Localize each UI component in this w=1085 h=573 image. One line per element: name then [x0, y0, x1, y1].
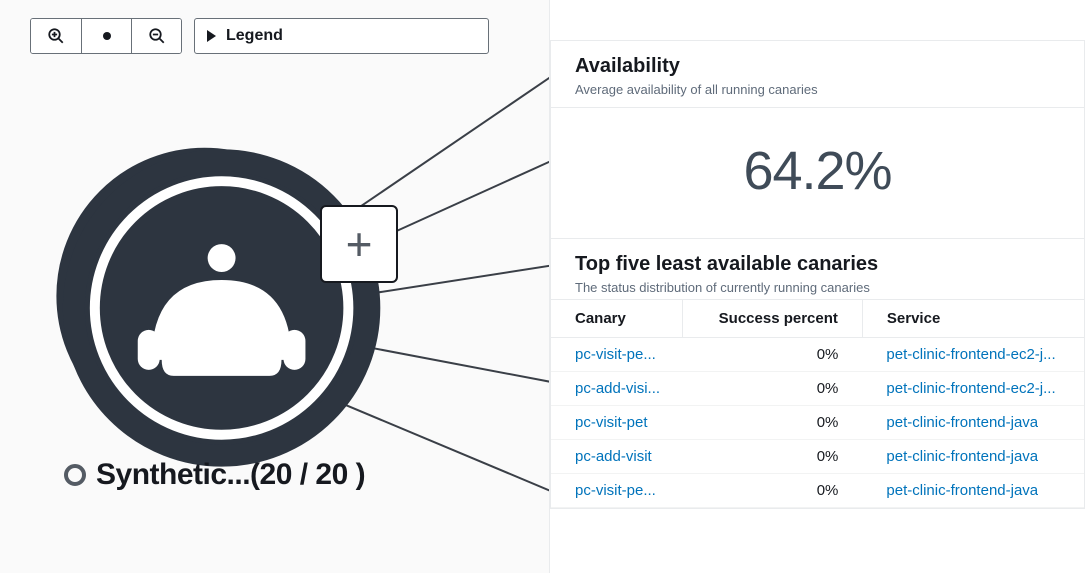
plus-icon: +: [346, 217, 373, 271]
availability-value: 64.2%: [551, 108, 1084, 238]
col-canary[interactable]: Canary: [551, 300, 683, 338]
success-cell: 0%: [683, 406, 863, 440]
success-cell: 0%: [683, 372, 863, 406]
zoom-out-button[interactable]: [131, 19, 181, 53]
service-link[interactable]: pet-clinic-frontend-java: [886, 414, 1038, 431]
status-ring-icon: [64, 464, 86, 486]
legend-label: Legend: [226, 27, 283, 45]
canary-link[interactable]: pc-add-visit: [575, 448, 652, 465]
col-service[interactable]: Service: [862, 300, 1084, 338]
canary-table: Canary Success percent Service pc-visit-…: [551, 299, 1084, 508]
success-cell: 0%: [683, 440, 863, 474]
success-cell: 0%: [683, 474, 863, 508]
canary-link[interactable]: pc-add-visi...: [575, 380, 660, 397]
table-row: pc-add-visit 0% pet-clinic-frontend-java: [551, 440, 1084, 474]
service-link[interactable]: pet-clinic-frontend-ec2-j...: [886, 380, 1055, 397]
metrics-pane: Availability Average availability of all…: [550, 0, 1085, 573]
zoom-in-icon: [47, 27, 65, 45]
availability-title: Availability: [575, 55, 1060, 78]
legend-dropdown[interactable]: Legend: [194, 18, 489, 54]
node-label-text: Synthetic...(20 / 20 ): [96, 458, 365, 492]
zoom-out-icon: [148, 27, 166, 45]
col-success[interactable]: Success percent: [683, 300, 863, 338]
zoom-reset-button[interactable]: [81, 19, 131, 53]
play-icon: [207, 30, 216, 42]
success-cell: 0%: [683, 338, 863, 372]
service-map-pane: Legend +: [0, 0, 550, 573]
dot-icon: [103, 32, 111, 40]
zoom-in-button[interactable]: [31, 19, 81, 53]
availability-subtitle: Average availability of all running cana…: [575, 82, 1060, 97]
expand-node-button[interactable]: +: [320, 205, 398, 283]
table-row: pc-add-visi... 0% pet-clinic-frontend-ec…: [551, 372, 1084, 406]
top-five-subtitle: The status distribution of currently run…: [575, 280, 1060, 295]
canary-link[interactable]: pc-visit-pet: [575, 414, 648, 431]
top-five-title: Top five least available canaries: [575, 253, 1060, 276]
zoom-controls: [30, 18, 182, 54]
top-five-section: Top five least available canaries The st…: [551, 238, 1084, 508]
table-row: pc-visit-pet 0% pet-clinic-frontend-java: [551, 406, 1084, 440]
table-row: pc-visit-pe... 0% pet-clinic-frontend-ec…: [551, 338, 1084, 372]
canary-link[interactable]: pc-visit-pe...: [575, 346, 656, 363]
service-link[interactable]: pet-clinic-frontend-java: [886, 448, 1038, 465]
node-label[interactable]: Synthetic...(20 / 20 ): [64, 458, 365, 492]
service-link[interactable]: pet-clinic-frontend-ec2-j...: [886, 346, 1055, 363]
table-row: pc-visit-pe... 0% pet-clinic-frontend-ja…: [551, 474, 1084, 508]
service-link[interactable]: pet-clinic-frontend-java: [886, 482, 1038, 499]
canary-link[interactable]: pc-visit-pe...: [575, 482, 656, 499]
availability-card: Availability Average availability of all…: [550, 40, 1085, 509]
